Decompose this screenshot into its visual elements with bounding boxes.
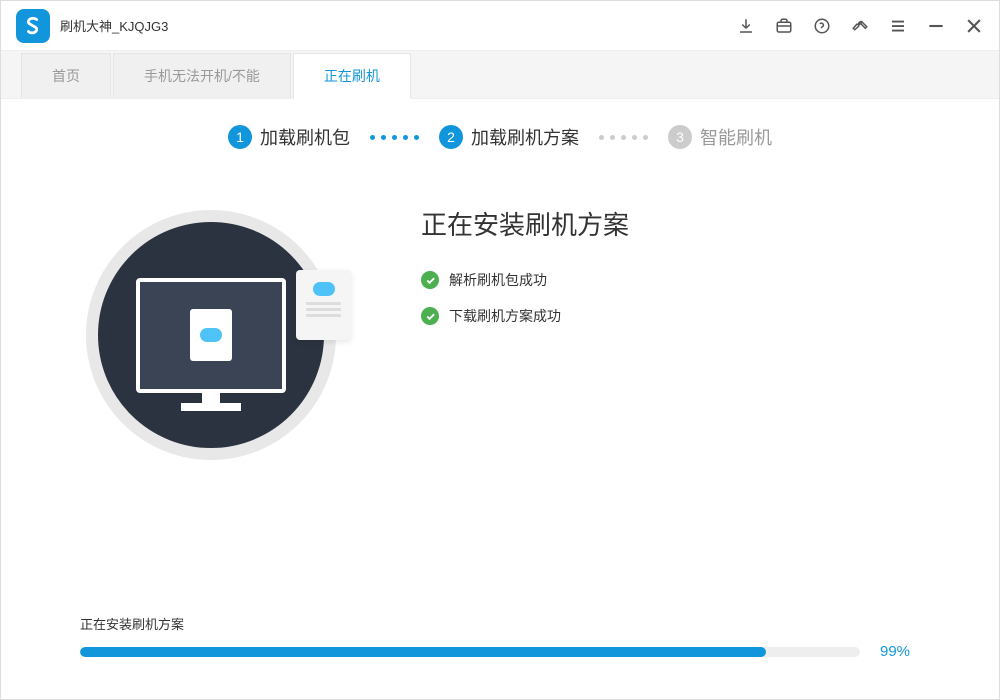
rom-badge — [200, 328, 222, 342]
titlebar: 刷机大神_KJQJG3 — [1, 1, 999, 51]
progress-fill — [80, 647, 766, 657]
progress-percent: 99% — [880, 643, 920, 660]
step-1-number: 1 — [228, 125, 252, 149]
step-connector-2 — [599, 135, 648, 140]
step-3-number: 3 — [668, 125, 692, 149]
progress-area: 正在安装刷机方案 99% — [80, 614, 920, 660]
download-icon[interactable] — [736, 16, 756, 36]
help-icon[interactable] — [812, 16, 832, 36]
status-item-1: 解析刷机包成功 — [391, 270, 919, 290]
minimize-button[interactable] — [926, 16, 946, 36]
title-actions — [736, 16, 984, 36]
illustration — [81, 205, 341, 465]
step-1: 1 加载刷机包 — [228, 124, 350, 150]
status-text-1: 解析刷机包成功 — [449, 270, 547, 290]
step-2-label: 加载刷机方案 — [471, 124, 579, 150]
menu-icon[interactable] — [888, 16, 908, 36]
step-connector-1 — [370, 135, 419, 140]
monitor-icon — [136, 278, 286, 393]
main-content: 正在安装刷机方案 解析刷机包成功 下载刷机方案成功 — [1, 165, 999, 505]
check-icon — [421, 271, 439, 289]
step-2: 2 加载刷机方案 — [439, 124, 579, 150]
step-2-number: 2 — [439, 125, 463, 149]
floating-document-icon — [296, 270, 351, 340]
tabs-bar: 首页 手机无法开机/不能 正在刷机 — [1, 51, 999, 99]
app-title: 刷机大神_KJQJG3 — [60, 16, 736, 35]
status-title: 正在安装刷机方案 — [391, 205, 919, 242]
tab-home[interactable]: 首页 — [21, 53, 111, 98]
toolbox-icon[interactable] — [774, 16, 794, 36]
tab-phone-issue[interactable]: 手机无法开机/不能 — [113, 53, 291, 98]
progress-row: 99% — [80, 643, 920, 660]
settings-icon[interactable] — [850, 16, 870, 36]
close-button[interactable] — [964, 16, 984, 36]
step-1-label: 加载刷机包 — [260, 124, 350, 150]
status-area: 正在安装刷机方案 解析刷机包成功 下载刷机方案成功 — [391, 205, 919, 465]
check-icon — [421, 307, 439, 325]
progress-bar — [80, 647, 860, 657]
tab-flashing[interactable]: 正在刷机 — [293, 53, 411, 99]
status-item-2: 下载刷机方案成功 — [391, 306, 919, 326]
app-logo — [16, 9, 50, 43]
steps-indicator: 1 加载刷机包 2 加载刷机方案 3 智能刷机 — [1, 99, 999, 165]
document-icon — [190, 309, 232, 361]
progress-label: 正在安装刷机方案 — [80, 614, 920, 633]
step-3-label: 智能刷机 — [700, 124, 772, 150]
status-text-2: 下载刷机方案成功 — [449, 306, 561, 326]
step-3: 3 智能刷机 — [668, 124, 772, 150]
